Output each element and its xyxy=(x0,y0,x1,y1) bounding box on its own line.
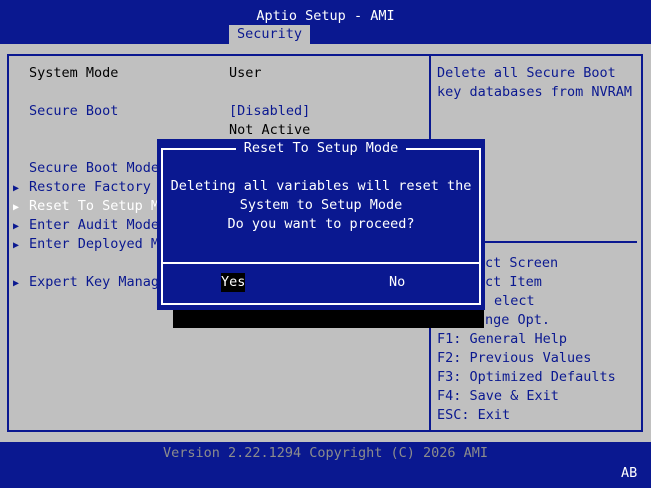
key-legend-item: elect xyxy=(494,293,535,309)
key-legend-item: F1: General Help xyxy=(437,331,568,347)
enter-audit-mode-item[interactable]: Enter Audit Mode xyxy=(29,216,159,235)
tab-security[interactable]: Security xyxy=(229,25,311,44)
reset-setup-mode-dialog: Reset To Setup Mode Deleting all variabl… xyxy=(157,139,485,310)
restore-factory-item[interactable]: Restore Factory xyxy=(29,178,151,197)
secure-boot-mode-label[interactable]: Secure Boot Mode xyxy=(29,159,159,178)
submenu-arrow-icon: ▶ xyxy=(13,202,20,213)
app-title: Aptio Setup - AMI xyxy=(256,8,395,24)
key-legend-item: F4: Save & Exit xyxy=(437,388,559,404)
no-button[interactable]: No xyxy=(389,273,405,292)
key-legend-item: F2: Previous Values xyxy=(437,350,592,366)
yes-button[interactable]: Yes xyxy=(221,273,246,292)
dialog-message-line: Deleting all variables will reset the xyxy=(170,178,472,194)
submenu-arrow-icon: ▶ xyxy=(13,183,20,194)
key-legend-item: ct Item xyxy=(485,274,542,290)
dialog-title: Reset To Setup Mode xyxy=(157,139,485,158)
help-text-line: key databases from NVRAM xyxy=(437,84,633,100)
key-legend-item: ct Screen xyxy=(485,255,559,271)
version-text: Version 2.22.1294 Copyright (C) 2026 AMI xyxy=(162,445,489,461)
dialog-separator xyxy=(161,262,481,264)
secure-boot-label[interactable]: Secure Boot xyxy=(29,102,118,121)
dialog-title-text: Reset To Setup Mode xyxy=(235,140,407,156)
help-text-line: Delete all Secure Boot xyxy=(437,65,616,81)
dialog-message-line: Do you want to proceed? xyxy=(227,216,415,232)
submenu-arrow-icon: ▶ xyxy=(13,221,20,232)
reset-setup-mode-item[interactable]: Reset To Setup M xyxy=(29,197,159,216)
submenu-arrow-icon: ▶ xyxy=(13,278,20,289)
submenu-arrow-icon: ▶ xyxy=(13,240,20,251)
key-legend-item: F3: Optimized Defaults xyxy=(437,369,616,385)
status-indicator: AB xyxy=(621,465,638,481)
expert-key-management-item[interactable]: Expert Key Manag xyxy=(29,273,159,292)
key-legend-item: nge Opt. xyxy=(485,312,551,328)
system-mode-value: User xyxy=(229,65,262,81)
secure-boot-value[interactable]: [Disabled] xyxy=(229,102,310,121)
key-legend-item: ESC: Exit xyxy=(437,407,511,423)
secure-boot-status: Not Active xyxy=(229,122,311,138)
dialog-message-line: System to Setup Mode xyxy=(239,197,403,213)
system-mode-label: System Mode xyxy=(29,65,119,81)
enter-deployed-mode-item[interactable]: Enter Deployed M xyxy=(29,235,159,254)
